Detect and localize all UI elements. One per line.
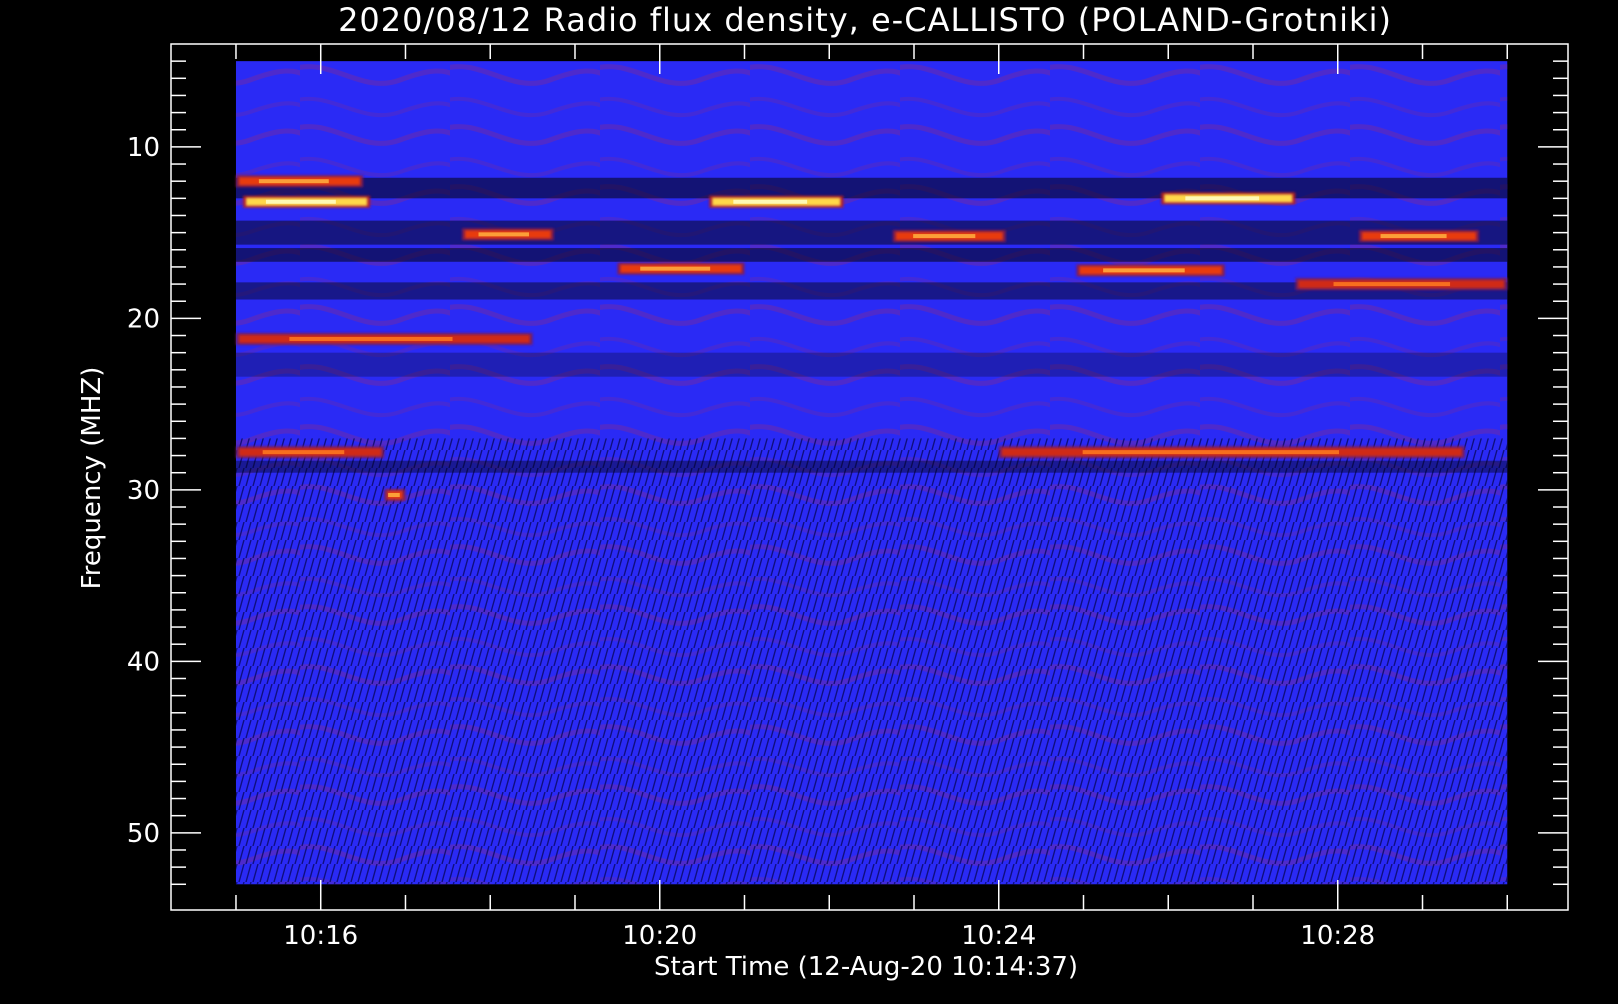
noise-band [235,248,1508,262]
y-axis-label: Frequency (MHZ) [77,367,107,590]
y-tick-label: 30 [127,476,160,506]
emission-band-peak [1333,282,1451,287]
emission-band-peak [262,450,345,455]
emission-band-peak [388,493,400,498]
spectrogram-image [235,61,1508,885]
emission-band [1295,278,1508,291]
emission-band [1161,192,1296,205]
noise-band [235,460,1508,473]
emission-band [235,175,364,188]
noise-band [235,220,1508,245]
emission-band-peak [733,199,808,204]
y-tick-label: 40 [127,647,160,677]
emission-band [892,230,1006,243]
emission-band-peak [478,232,530,237]
emission-band [617,262,745,275]
emission-band [235,332,533,345]
emission-band-peak [1103,268,1185,273]
emission-band [384,489,406,502]
emission-band [1076,264,1225,277]
emission-band [998,446,1465,459]
x-tick-labels: 10:16 10:20 10:24 10:28 [283,921,1375,951]
emission-band-peak [289,336,453,341]
y-tick-label: 20 [127,304,160,334]
x-axis-label: Start Time (12-Aug-20 10:14:37) [654,952,1078,982]
y-tick-label: 10 [127,133,160,163]
spectrogram-hatch [235,438,1508,885]
spectrogram-svg: 2020/08/12 Radio flux density, e-CALLIST… [77,1,1569,982]
emission-band [709,195,844,208]
x-tick-label: 10:16 [283,921,358,951]
emission-band [235,446,385,459]
noise-band [235,177,1508,199]
emission-band-peak [1082,450,1340,455]
x-tick-label: 10:20 [622,921,697,951]
x-tick-label: 10:24 [961,921,1036,951]
x-tick-label: 10:28 [1300,921,1375,951]
emission-band-peak [1185,196,1260,201]
emission-band-peak [640,266,711,271]
chart-title: 2020/08/12 Radio flux density, e-CALLIST… [338,1,1392,39]
spectrogram-chart: 2020/08/12 Radio flux density, e-CALLIST… [0,0,1618,1000]
y-tick-labels: 10 20 30 40 50 [127,133,160,849]
emission-band-peak [913,234,976,239]
y-tick-label: 50 [127,819,160,849]
emission-band [1358,230,1480,243]
emission-band-peak [265,199,336,204]
emission-band [461,228,554,241]
emission-band-peak [1380,234,1447,239]
noise-band [235,352,1508,377]
emission-band-peak [258,179,329,184]
emission-band [243,195,371,208]
